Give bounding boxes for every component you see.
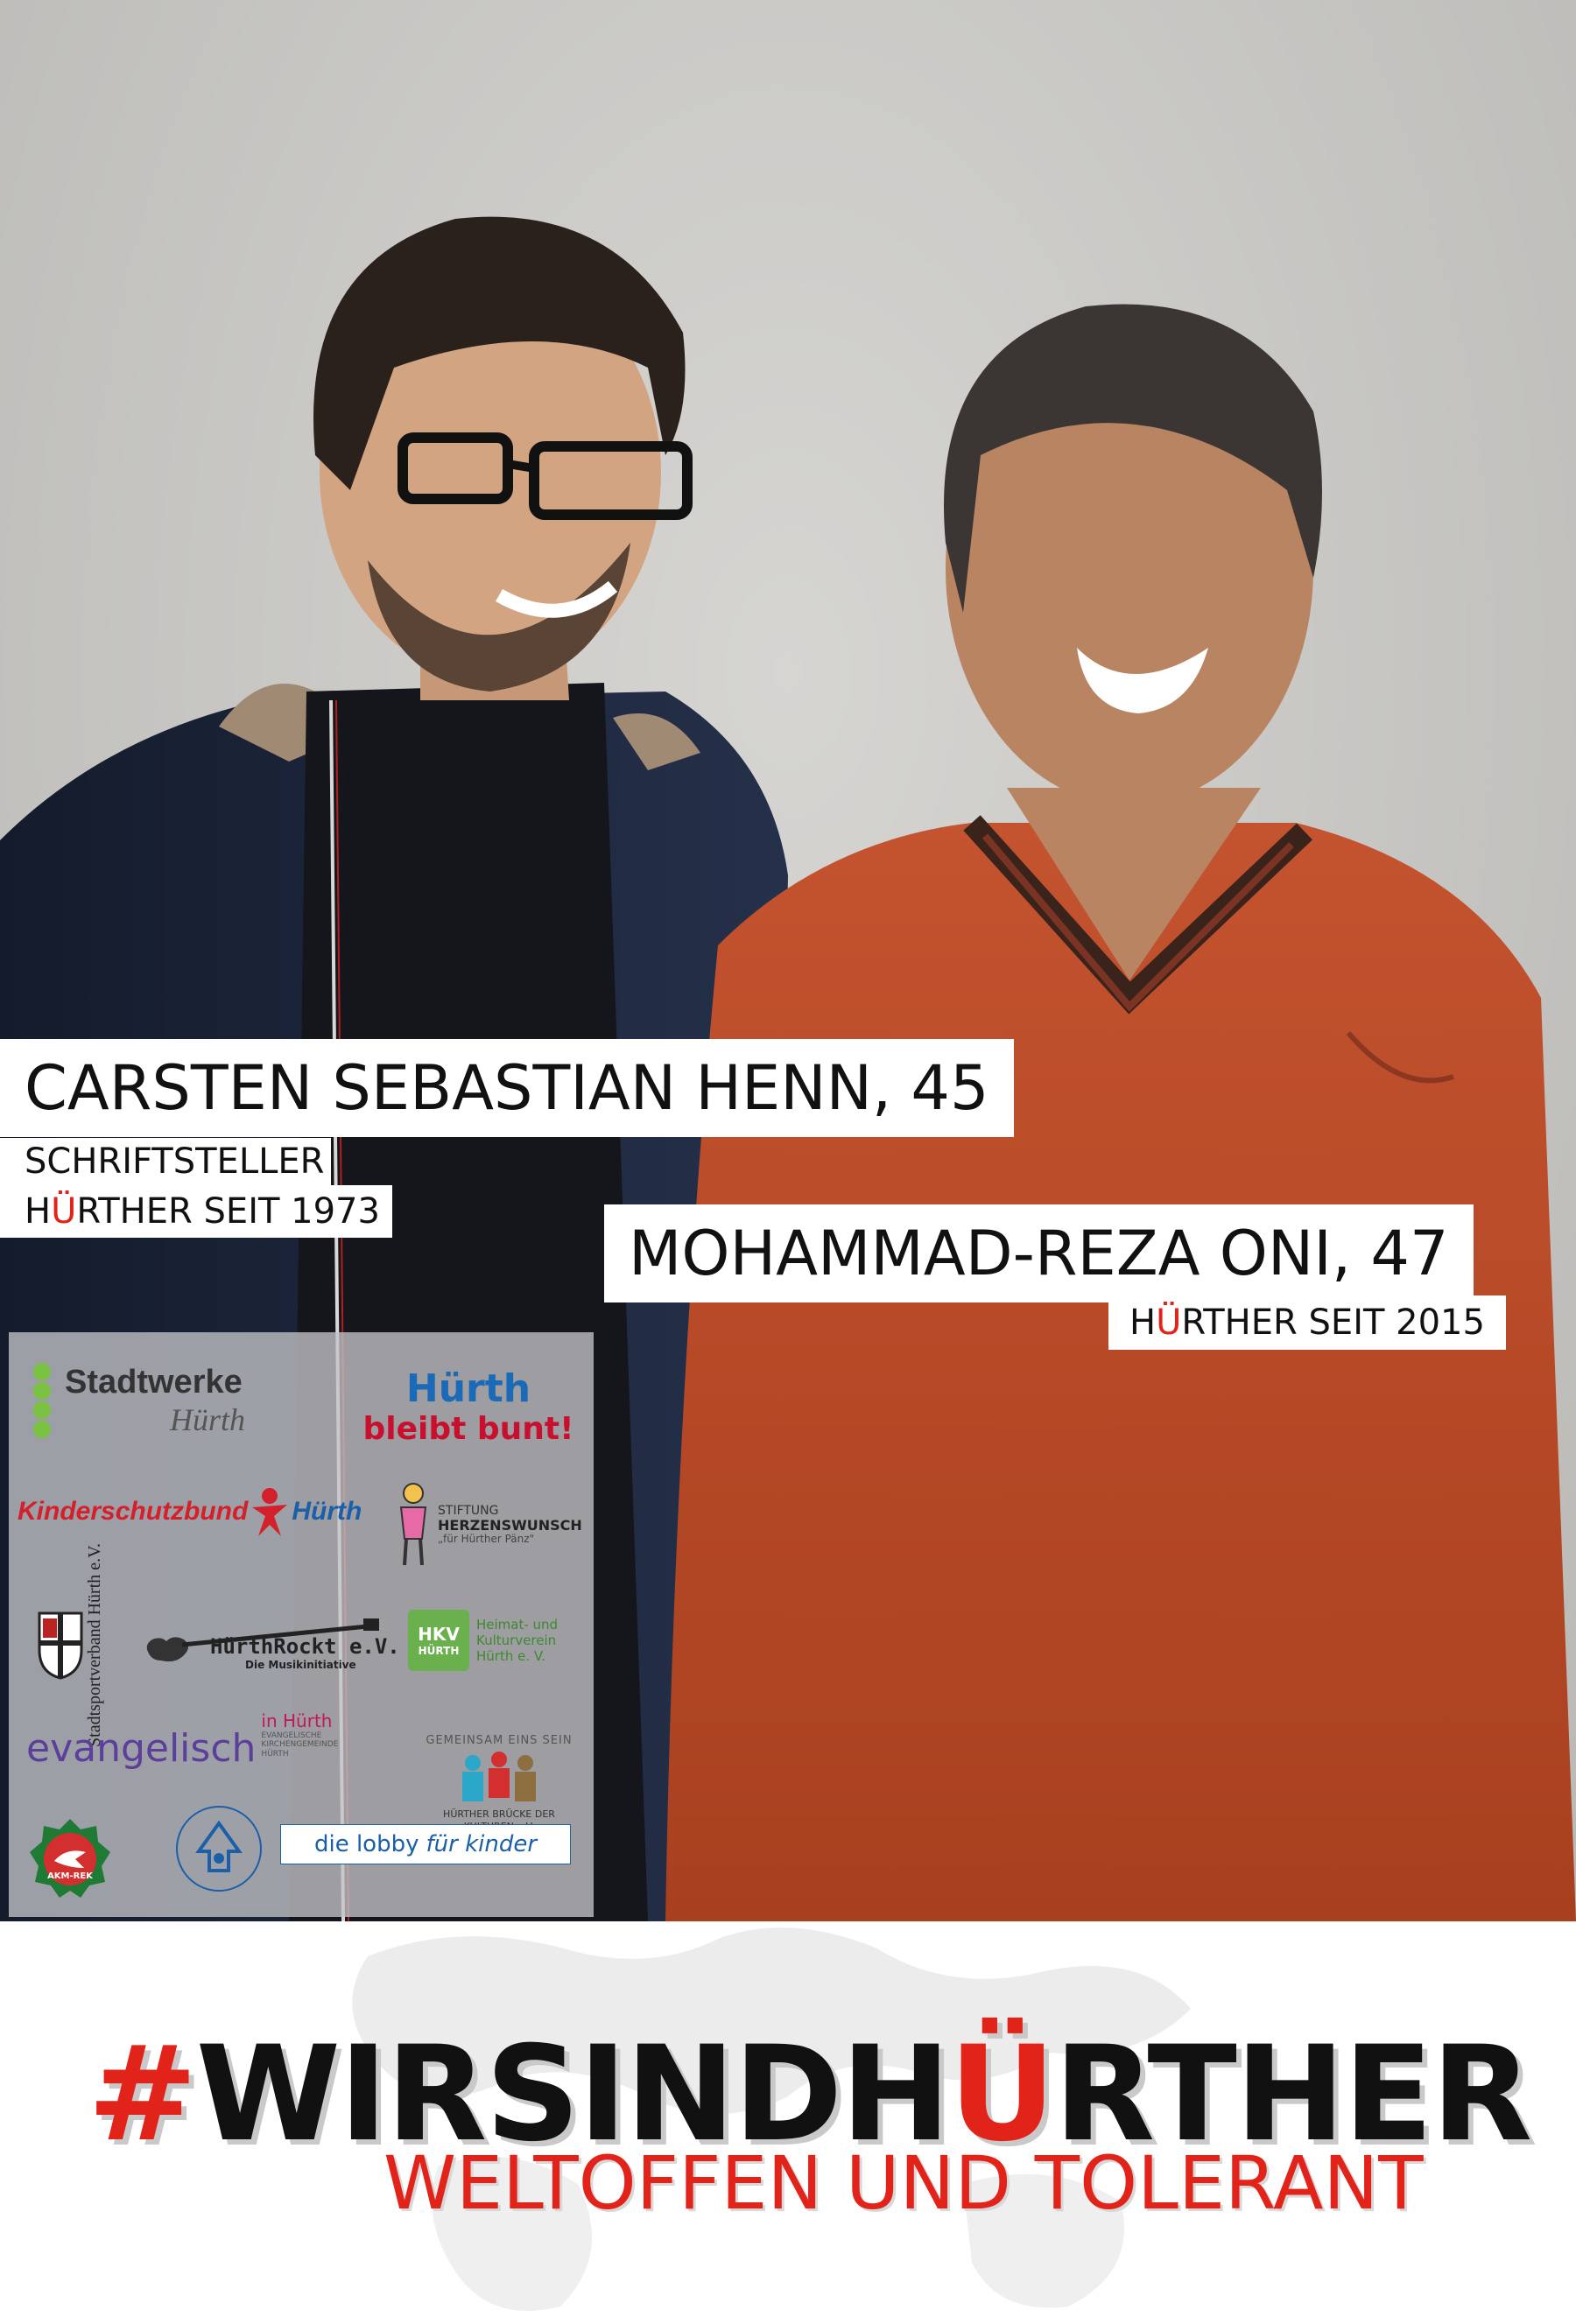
evangelisch-sub: EVANGELISCHE KIRCHENGEMEINDE HÜRTH <box>261 1731 339 1759</box>
stadtsportverband-logo: Stadtsportverband Hürth e.V. <box>18 1543 123 1746</box>
puzzle-people-icon <box>462 1752 536 1802</box>
person1-profession: SCHRIFTSTELLER <box>25 1141 325 1182</box>
akm-dove-icon <box>30 1818 110 1898</box>
evangelisch-city: in Hürth <box>261 1710 333 1731</box>
huerth-bleibt-line1: Hürth <box>405 1366 531 1411</box>
person1-since-suffix: RTHER SEIT 1973 <box>76 1191 380 1232</box>
huerth-rockt-sub: Die Musikinitiative <box>245 1659 356 1671</box>
lobby-fuer-kinder-logo: die lobby für kinder <box>280 1824 571 1864</box>
person2-name-label: MOHAMMAD-REZA ONI, 47 <box>604 1204 1474 1302</box>
huerth-rockt-logo: HürthRockt e.V. Die Musikinitiative <box>140 1595 400 1691</box>
hkv-logo: HKV HÜRTH Heimat- und Kulturverein Hürth… <box>408 1588 592 1693</box>
campaign-tagline: WELTOFFEN UND TOLERANT <box>383 2140 1424 2226</box>
hashtag-symbol: # <box>88 2019 198 2171</box>
herzenswunsch-sub: „für Hürther Pänz" <box>438 1533 535 1546</box>
kinderschutzbund-text: Kinderschutzbund <box>18 1497 249 1526</box>
kinderschutzbund-logo: Kinderschutzbund Hürth <box>18 1481 368 1542</box>
herzenswunsch-top: STIFTUNG <box>438 1503 499 1518</box>
child-figure-icon <box>399 1483 427 1566</box>
gemeinsam-text: GEMEINSAM EINS SEIN <box>426 1734 573 1748</box>
huerth-bleibt-line2: bleibt bunt! <box>362 1411 574 1447</box>
evangelisch-text: evangelisch <box>26 1726 257 1771</box>
stadtwerke-text: Stadtwerke <box>65 1363 243 1401</box>
sponsor-logos-panel: Stadtwerke Hürth Hürth bleibt bunt! Kind… <box>9 1332 594 1917</box>
hkv-text: Heimat- und Kulturverein Hürth e. V. <box>476 1617 559 1664</box>
akm-text: AKM-REK <box>47 1871 93 1881</box>
huerth-rockt-text: HürthRockt e.V. <box>210 1634 400 1659</box>
huerth-bleibt-bunt-logo: Hürth bleibt bunt! <box>359 1359 578 1455</box>
coat-of-arms-icon <box>38 1611 82 1680</box>
akm-rek-logo: AKM-REK <box>26 1801 114 1898</box>
person2-since-label: H Ü RTHER SEIT 2015 <box>1108 1295 1506 1350</box>
hkv-badge-city: HÜRTH <box>418 1645 460 1657</box>
herzenswunsch-logo: STIFTUNG HERZENSWUNSCH „für Hürther Pänz… <box>394 1477 587 1573</box>
lobby-b: für kinder <box>426 1831 538 1857</box>
herzenswunsch-text: HERZENSWUNSCH <box>438 1516 582 1534</box>
person2-since-umlaut: Ü <box>1156 1302 1182 1343</box>
kinderschutzbund-figure-icon <box>252 1488 288 1536</box>
dksb-text: DEUTSCHER KINDERSCHUTZBUND E.V. (DKSB) <box>219 1849 220 1850</box>
person1-name: CARSTEN SEBASTIAN HENN, 45 <box>25 1052 989 1124</box>
lobby-a: die lobby <box>313 1831 419 1857</box>
person1-name-label: CARSTEN SEBASTIAN HENN, 45 <box>0 1039 1014 1137</box>
stadtwerke-logo: Stadtwerke Hürth <box>26 1357 324 1444</box>
person1-since-prefix: H <box>25 1191 52 1232</box>
person1-profession-label: SCHRIFTSTELLER <box>0 1138 332 1185</box>
person2-since-prefix: H <box>1129 1302 1157 1343</box>
person1-since-umlaut: Ü <box>51 1191 77 1232</box>
hkv-badge-text: HKV <box>418 1624 460 1645</box>
dksb-logo: DEUTSCHER KINDERSCHUTZBUND E.V. (DKSB) <box>166 1796 271 1901</box>
stadtwerke-sub: Hürth <box>170 1401 246 1437</box>
person2-since-suffix: RTHER SEIT 2015 <box>1181 1302 1485 1343</box>
person2-name: MOHAMMAD-REZA ONI, 47 <box>629 1218 1449 1289</box>
kinderschutzbund-city: Hürth <box>292 1497 362 1526</box>
evangelisch-logo: evangelisch in Hürth EVANGELISCHE KIRCHE… <box>26 1710 394 1789</box>
stadtwerke-dots-icon <box>33 1363 51 1438</box>
hkv-badge: HKV HÜRTH <box>408 1610 469 1671</box>
person1-since-label: H Ü RTHER SEIT 1973 <box>0 1185 392 1238</box>
